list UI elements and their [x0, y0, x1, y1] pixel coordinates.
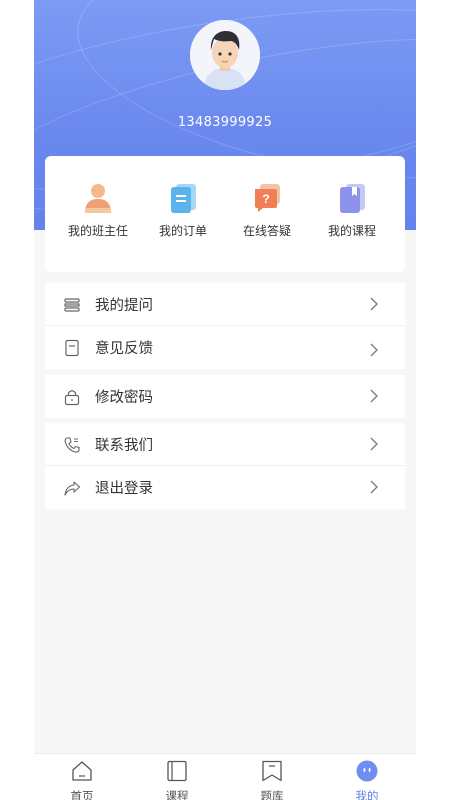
chevron-right-icon: [370, 297, 378, 311]
menu-item-my-questions[interactable]: 我的提问: [45, 283, 405, 326]
menu-item-label: 联系我们: [95, 437, 153, 454]
course-icon: [167, 760, 187, 782]
chevron-right-icon: [370, 389, 378, 403]
course-book-icon: [337, 182, 367, 214]
menu-group-password: 修改密码: [45, 375, 405, 418]
tab-label: 我的: [355, 789, 379, 800]
document-icon: [65, 339, 79, 357]
menu-group-contact: 联系我们 退出登录: [45, 423, 405, 509]
quick-item-label: 在线答疑: [242, 224, 291, 238]
phone-icon: [64, 437, 80, 453]
order-doc-icon: [168, 182, 198, 214]
avatar[interactable]: [190, 20, 260, 90]
avatar-boy-icon: [190, 20, 260, 90]
quick-item-courses[interactable]: 我的课程: [312, 182, 392, 239]
quick-item-orders[interactable]: 我的订单: [143, 182, 223, 239]
home-icon: [72, 761, 92, 781]
share-arrow-icon: [64, 481, 81, 496]
profile-face-icon: [356, 760, 378, 782]
menu-item-label: 意见反馈: [95, 341, 153, 357]
tab-mine[interactable]: 我的: [337, 760, 397, 800]
svg-text:?: ?: [262, 192, 269, 206]
menu-item-logout[interactable]: 退出登录: [45, 466, 405, 509]
bottom-tab-bar: 首页 课程 题库 我的: [34, 753, 416, 800]
menu-item-contact-us[interactable]: 联系我们: [45, 423, 405, 466]
menu-item-change-password[interactable]: 修改密码: [45, 375, 405, 418]
tab-home[interactable]: 首页: [52, 760, 112, 800]
quick-item-label: 我的课程: [327, 224, 376, 238]
tab-label: 首页: [70, 789, 94, 800]
chevron-right-icon: [370, 480, 378, 494]
list-icon: [64, 298, 80, 312]
menu-item-label: 退出登录: [95, 481, 153, 497]
lock-icon: [64, 390, 80, 406]
app-screen: 13483999925 我的班主任 我的订单 ? 在线答疑 我的课程 我的提问 …: [34, 0, 416, 800]
quick-item-label: 我的班主任: [67, 224, 128, 238]
chevron-right-icon: [370, 437, 378, 451]
quick-item-label: 我的订单: [158, 224, 207, 238]
tab-label: 课程: [165, 789, 189, 800]
quick-item-online-qa[interactable]: ? 在线答疑: [227, 182, 307, 239]
person-icon: [83, 182, 113, 214]
tab-courses[interactable]: 课程: [147, 760, 207, 800]
menu-item-feedback[interactable]: 意见反馈: [45, 326, 405, 369]
tab-label: 题库: [260, 789, 284, 800]
menu-group-questions: 我的提问 意见反馈: [45, 283, 405, 369]
chevron-right-icon: [370, 343, 378, 357]
bookmark-icon: [262, 760, 282, 782]
tab-question-bank[interactable]: 题库: [242, 760, 302, 800]
question-chat-icon: ?: [252, 182, 282, 214]
quick-actions-card: 我的班主任 我的订单 ? 在线答疑 我的课程: [45, 156, 405, 272]
menu-item-label: 我的提问: [95, 297, 153, 314]
menu-item-label: 修改密码: [95, 390, 153, 406]
quick-item-head-teacher[interactable]: 我的班主任: [58, 182, 138, 239]
phone-number: 13483999925: [177, 115, 273, 130]
